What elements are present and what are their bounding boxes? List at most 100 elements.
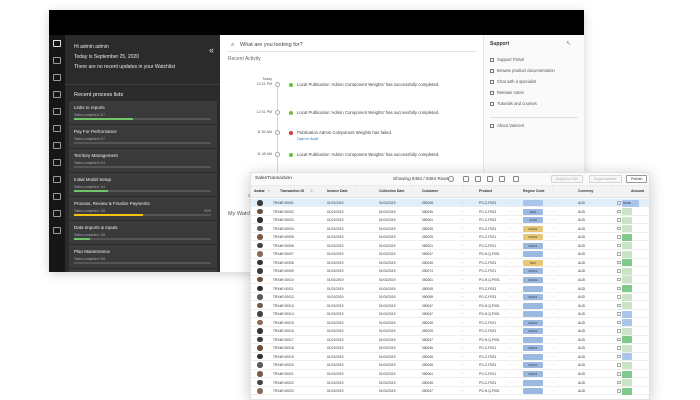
more-icon[interactable]: ··· — [460, 209, 464, 214]
customer-cell[interactable]: 050045 — [422, 346, 433, 350]
process-list-item[interactable]: Initial Model Setup Tasks completed: 1/4 — [69, 173, 217, 196]
more-icon[interactable]: ··· — [509, 303, 513, 308]
more-icon[interactable]: ··· — [509, 354, 513, 359]
amount-cell[interactable] — [622, 387, 632, 395]
transaction-id-cell[interactable]: TRX#E:00018 — [273, 346, 294, 350]
process-list-item[interactable]: Data Imports & Inputs Tasks completed: 1/… — [69, 221, 217, 244]
more-icon[interactable]: ··· — [551, 217, 555, 222]
more-icon[interactable]: ··· — [460, 380, 464, 385]
table-row[interactable]: TRX#E:00016 01/01/2019 01/01/2019 050029 ···… — [251, 327, 649, 336]
more-icon[interactable]: ··· — [509, 380, 513, 385]
product-cell[interactable]: PG-C-P021 — [479, 346, 496, 350]
product-cell[interactable]: PG-H-Q-P001 — [479, 312, 500, 316]
invoice-date-cell[interactable]: 01/01/2019 — [327, 295, 344, 299]
customer-cell[interactable]: 050059 — [422, 295, 433, 299]
collection-date-cell[interactable]: 01/01/2019 — [379, 218, 396, 222]
more-icon[interactable]: ··· — [509, 294, 513, 299]
collection-date-cell[interactable]: 01/01/2019 — [379, 355, 396, 359]
more-icon[interactable]: ··· — [551, 260, 555, 265]
more-icon[interactable]: ··· — [509, 260, 513, 265]
product-cell[interactable]: PG-C-P023 — [479, 355, 496, 359]
more-icon[interactable]: ··· — [460, 371, 464, 376]
more-icon[interactable]: ··· — [460, 286, 464, 291]
more-icon[interactable]: ··· — [460, 226, 464, 231]
sort-icon[interactable]: ⇅ — [310, 189, 313, 193]
process-list-item[interactable]: Process, Review & Finalize Payments Tasks… — [69, 197, 217, 220]
region-code-chip[interactable]: RC002 — [523, 234, 543, 241]
invoice-date-cell[interactable]: 01/01/2019 — [327, 244, 344, 248]
product-cell[interactable]: PG-H-Q-P001 — [479, 338, 500, 342]
currency-cell[interactable]: AUD — [578, 389, 585, 393]
currency-cell[interactable]: AUD — [578, 321, 585, 325]
table-row[interactable]: TRX#E:00014 01/01/2019 01/01/2019 050047 ···… — [251, 310, 649, 319]
invoice-date-cell[interactable]: 01/01/2019 — [327, 312, 344, 316]
edit-icon[interactable] — [499, 176, 505, 182]
table-row[interactable]: TRX#E:00019 01/01/2019 01/01/2019 050045 ···… — [251, 353, 649, 362]
row-checkbox[interactable] — [617, 286, 621, 290]
row-checkbox[interactable] — [617, 243, 621, 248]
transaction-id-cell[interactable]: TRX#E:00001 — [273, 201, 294, 205]
row-checkbox[interactable] — [617, 226, 621, 231]
table-row[interactable]: TRX#E:00023 01/01/2019 01/01/2019 050047 ···… — [251, 387, 649, 396]
product-cell[interactable]: PG-C-P021 — [479, 269, 496, 273]
collection-date-cell[interactable]: 01/01/2019 — [379, 295, 396, 299]
transaction-id-cell[interactable]: TRX#E:00013 — [273, 304, 294, 308]
process-list-item[interactable]: View ReportsTasks completed: 0/7 — [69, 269, 217, 272]
more-icon[interactable]: ··· — [551, 311, 555, 316]
region-code-chip[interactable]: RC002 — [523, 345, 543, 352]
table-row[interactable]: TRX#E:00017 01/01/2019 01/01/2019 050047 ···… — [251, 336, 649, 345]
customer-cell[interactable]: 050029 — [422, 329, 433, 333]
product-cell[interactable]: PG-C-P021 — [479, 372, 496, 376]
collection-date-cell[interactable]: 01/01/2019 — [379, 261, 396, 265]
transaction-id-cell[interactable]: TRX#E:00010 — [273, 278, 294, 282]
collection-date-cell[interactable]: 01/01/2019 — [379, 312, 396, 316]
table-row[interactable]: TRX#E:00002 01/01/2019 01/01/2019 050045 ···… — [251, 208, 649, 216]
invoice-date-cell[interactable]: 01/01/2019 — [327, 287, 344, 291]
filter-icon[interactable]: ▾ — [268, 189, 270, 193]
more-icon[interactable]: ··· — [551, 286, 555, 291]
more-icon[interactable]: ··· — [551, 243, 555, 248]
region-code-chip[interactable]: RC001 — [523, 268, 543, 275]
more-icon[interactable]: ··· — [551, 209, 555, 214]
transaction-id-cell[interactable]: TRX#E:00005 — [273, 235, 294, 239]
table-row[interactable]: TRX#E:00005 01/01/2019 01/01/2019 050029 ···… — [251, 233, 649, 242]
settings-icon[interactable] — [53, 142, 61, 149]
row-checkbox[interactable] — [617, 218, 621, 222]
process-list-item[interactable]: Links to reports Tasks completed: 3/7 — [69, 101, 217, 124]
invoice-date-cell[interactable]: 01/01/2019 — [327, 227, 344, 231]
invoice-date-cell[interactable]: 01/01/2019 — [327, 278, 344, 282]
product-cell[interactable]: PG-C-P021 — [479, 235, 496, 239]
row-checkbox[interactable] — [617, 346, 621, 350]
collection-date-cell[interactable]: 01/01/2019 — [379, 363, 396, 367]
currency-cell[interactable]: AUD — [578, 372, 585, 376]
amount-cell[interactable] — [622, 302, 632, 310]
invoice-date-cell[interactable]: 01/01/2019 — [327, 329, 344, 333]
add-icon[interactable] — [448, 176, 454, 182]
more-icon[interactable]: ··· — [551, 294, 555, 299]
invoice-date-cell[interactable]: 01/01/2019 — [327, 218, 344, 222]
transaction-id-cell[interactable]: TRX#E:00015 — [273, 321, 294, 325]
table-row[interactable]: TRX#E:00007 01/01/2019 01/01/2019 050047 ···… — [251, 250, 649, 259]
customer-cell[interactable]: 050045 — [422, 210, 433, 214]
more-icon[interactable]: ··· — [551, 337, 555, 342]
more-icon[interactable]: ··· — [551, 251, 555, 256]
menu-icon[interactable]: ⋮ — [411, 189, 415, 193]
amount-cell[interactable] — [622, 361, 632, 369]
product-cell[interactable]: PG-H-Q-P001 — [479, 304, 500, 308]
customer-cell[interactable]: 050061 — [422, 218, 433, 222]
more-icon[interactable]: ··· — [460, 354, 464, 359]
region-code-chip[interactable]: TE07 — [523, 259, 543, 266]
more-icon[interactable]: ··· — [509, 328, 513, 333]
more-icon[interactable]: ··· — [460, 294, 464, 299]
customer-cell[interactable]: 050074 — [422, 269, 433, 273]
currency-cell[interactable]: AUD — [578, 338, 585, 342]
collection-date-cell[interactable]: 01/01/2019 — [379, 252, 396, 256]
region-code-chip[interactable]: SE01 — [523, 208, 543, 215]
currency-cell[interactable]: AUD — [578, 227, 585, 231]
customer-cell[interactable]: 050047 — [422, 252, 433, 256]
column-header-collection-date[interactable]: Collection Date — [379, 189, 404, 193]
more-icon[interactable]: ··· — [460, 200, 464, 205]
region-code-chip[interactable]: RC002 — [523, 371, 543, 377]
currency-cell[interactable]: AUD — [578, 312, 585, 316]
menu-icon[interactable]: ⋮ — [355, 189, 359, 193]
